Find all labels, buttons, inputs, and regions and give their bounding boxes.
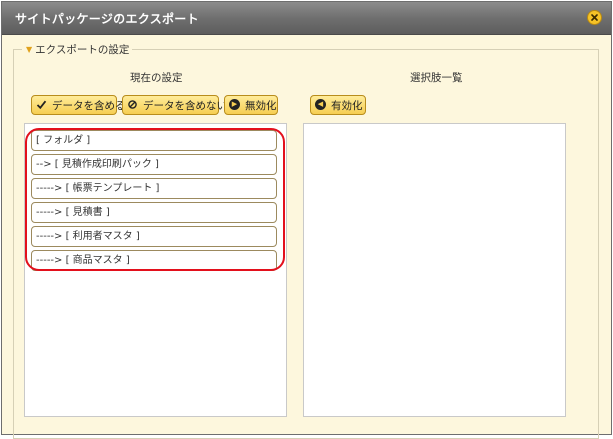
enable-button[interactable]: ◀ 有効化 (310, 95, 366, 115)
exclude-data-button[interactable]: データを含めない (122, 95, 227, 115)
disable-label: 無効化 (245, 99, 277, 112)
no-entry-icon (127, 99, 139, 111)
disable-button[interactable]: ▶ 無効化 (224, 95, 278, 115)
dialog-titlebar[interactable]: サイトパッケージのエクスポート (2, 2, 611, 35)
dialog-title: サイトパッケージのエクスポート (15, 12, 199, 26)
arrow-left-circle-icon: ◀ (315, 99, 327, 111)
exclude-data-label: データを含めない (143, 99, 227, 112)
arrow-right-circle-icon: ▶ (229, 99, 241, 111)
check-icon (36, 99, 48, 111)
list-item-estimate[interactable]: -----> [ 見積書 ] (31, 202, 277, 223)
current-settings-heading: 現在の設定 (130, 72, 183, 84)
close-button[interactable] (587, 10, 602, 25)
list-item-form-template[interactable]: -----> [ 帳票テンプレート ] (31, 178, 277, 199)
export-settings-legend[interactable]: ▼ エクスポートの設定 (22, 42, 133, 57)
expand-triangle-icon: ▼ (26, 45, 33, 54)
list-item-user-master[interactable]: -----> [ 利用者マスタ ] (31, 226, 277, 247)
list-item-estimate-print-pack[interactable]: --> [ 見積作成印刷パック ] (31, 154, 277, 175)
include-data-button[interactable]: データを含める (31, 95, 126, 115)
include-data-label: データを含める (52, 99, 126, 112)
choices-list-heading: 選択肢一覧 (410, 72, 463, 84)
list-item-product-master[interactable]: -----> [ 商品マスタ ] (31, 250, 277, 271)
list-item-folder[interactable]: [ フォルダ ] (31, 130, 277, 151)
choices-list[interactable] (303, 123, 566, 417)
enable-label: 有効化 (331, 99, 363, 112)
close-icon (591, 14, 598, 21)
